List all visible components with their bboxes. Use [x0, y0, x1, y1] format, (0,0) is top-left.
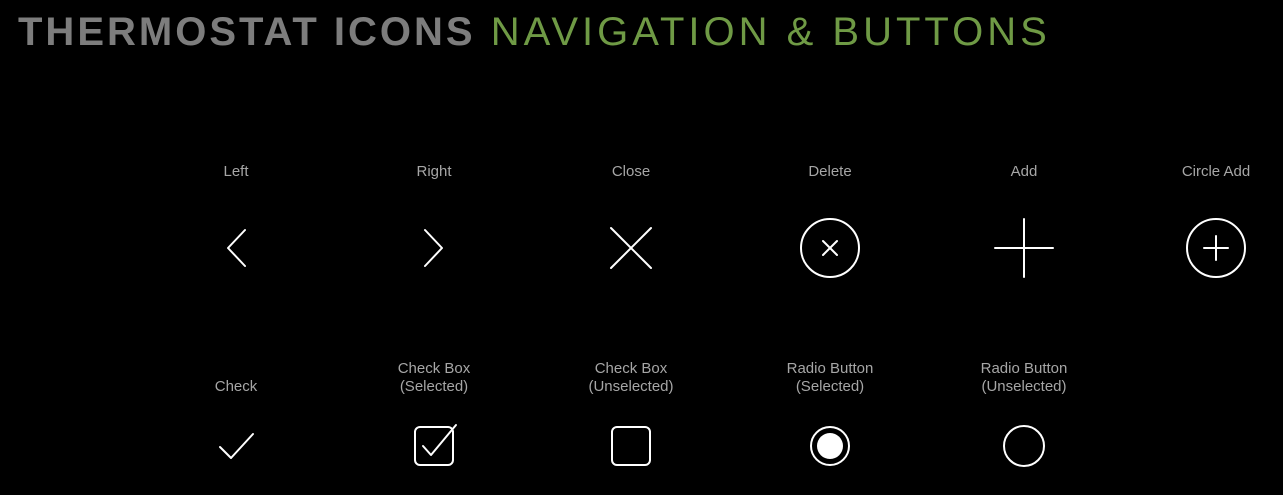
icon-cell-circle-add: Circle Add [1116, 145, 1283, 283]
icon-cell-left: Left [136, 145, 336, 283]
icon-label: Left [223, 163, 249, 180]
icon-label: Circle Add [1181, 163, 1251, 180]
chevron-right-icon [424, 229, 443, 267]
icon-label: Add [1010, 163, 1038, 180]
title-sub: NAVIGATION & BUTTONS [490, 10, 1051, 54]
icon-label: Check Box (Selected) [397, 360, 471, 395]
icon-cell-close: Close [531, 145, 731, 283]
radio-selected-icon[interactable] [805, 421, 855, 471]
icon-cell-checkbox-selected: Check Box (Selected) [334, 360, 534, 471]
icon-label: Check [214, 378, 258, 395]
page-title: THERMOSTAT ICONS NAVIGATION & BUTTONS [18, 8, 1051, 56]
radio-unselected-icon[interactable] [999, 421, 1049, 471]
icon-cell-right: Right [334, 145, 534, 283]
icon-label: Radio Button (Unselected) [980, 360, 1068, 395]
icon-label: Radio Button (Selected) [786, 360, 874, 395]
icon-label: Delete [808, 163, 852, 180]
icon-cell-checkbox-unselected: Check Box (Unselected) [531, 360, 731, 471]
icon-cell-check: Check [136, 360, 336, 471]
delete-circle-icon [800, 218, 860, 278]
chevron-left-icon [227, 229, 246, 267]
checkbox-selected-icon[interactable] [409, 421, 459, 471]
icon-cell-add: Add [924, 145, 1124, 283]
close-icon [610, 227, 652, 269]
icon-label: Check Box (Unselected) [588, 360, 674, 395]
circle-add-icon [1186, 218, 1246, 278]
plus-icon [994, 218, 1054, 278]
icon-label: Right [416, 163, 452, 180]
check-icon [219, 433, 254, 459]
title-main: THERMOSTAT ICONS [18, 10, 476, 54]
icon-cell-delete: Delete [730, 145, 930, 283]
icon-cell-radio-unselected: Radio Button (Unselected) [924, 360, 1124, 471]
checkbox-unselected-icon[interactable] [606, 421, 656, 471]
icon-cell-radio-selected: Radio Button (Selected) [730, 360, 930, 471]
icon-label: Close [611, 163, 651, 180]
